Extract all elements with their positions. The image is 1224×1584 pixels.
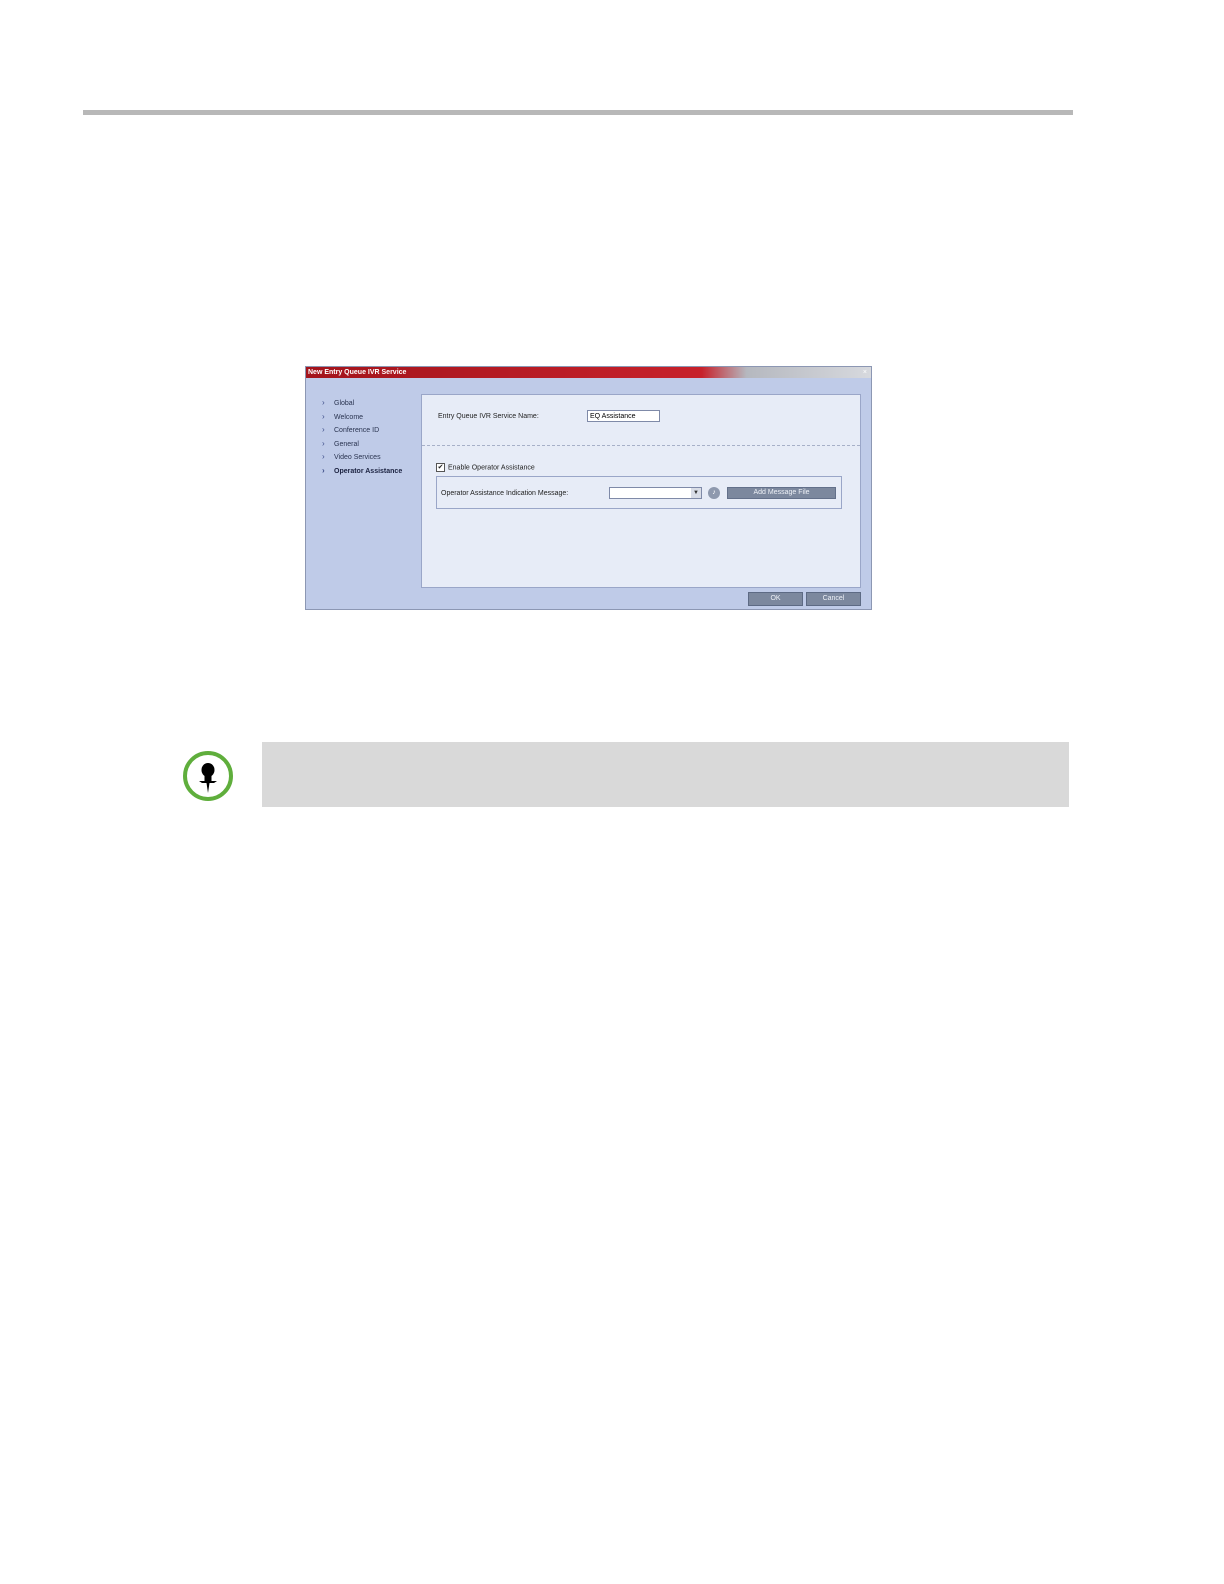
- nav-item-label: Operator Assistance: [334, 467, 403, 475]
- chevron-right-icon: ›: [322, 425, 325, 434]
- nav-item-conference-id[interactable]: › Conference ID: [322, 423, 422, 437]
- nav-item-label: Video Services: [334, 454, 381, 461]
- nav-item-global[interactable]: › Global: [322, 396, 422, 410]
- chevron-down-icon[interactable]: ▼: [691, 488, 701, 498]
- play-message-icon[interactable]: ♪: [708, 487, 720, 499]
- close-icon[interactable]: ×: [863, 367, 867, 378]
- section-divider: [422, 445, 860, 446]
- operator-assistance-panel: Entry Queue IVR Service Name: EQ Assista…: [421, 394, 861, 588]
- add-message-file-button[interactable]: Add Message File: [727, 487, 836, 499]
- chevron-right-icon: ›: [322, 452, 325, 461]
- nav-item-general[interactable]: › General: [322, 437, 422, 451]
- nav-item-label: Conference ID: [334, 427, 380, 434]
- dialog-title: New Entry Queue IVR Service: [308, 369, 407, 376]
- page-header-rule: [83, 110, 1073, 115]
- nav-item-operator-assistance[interactable]: › Operator Assistance: [322, 464, 422, 478]
- indication-message-select[interactable]: ▼: [609, 487, 702, 499]
- ok-button[interactable]: OK: [748, 592, 803, 606]
- nav-item-video-services[interactable]: › Video Services: [322, 450, 422, 464]
- nav-item-label: General: [334, 440, 359, 448]
- chevron-right-icon: ›: [322, 438, 325, 448]
- chevron-right-icon: ›: [322, 398, 325, 407]
- nav-item-welcome[interactable]: › Welcome: [322, 410, 422, 424]
- note-box: [262, 742, 1069, 807]
- dialog-nav: › Global › Welcome › Conference ID › General…: [322, 396, 422, 477]
- enable-operator-assistance-label: Enable Operator Assistance: [448, 464, 535, 472]
- indication-message-label: Operator Assistance Indication Message:: [441, 490, 569, 497]
- nav-item-label: Welcome: [334, 413, 364, 421]
- enable-operator-assistance-checkbox[interactable]: ✔: [436, 463, 445, 472]
- service-name-label: Entry Queue IVR Service Name:: [438, 413, 539, 420]
- service-name-input[interactable]: EQ Assistance: [587, 410, 660, 422]
- dialog-titlebar: New Entry Queue IVR Service ×: [306, 367, 871, 378]
- pushpin-icon: [183, 751, 233, 801]
- cancel-button[interactable]: Cancel: [806, 592, 861, 606]
- chevron-right-icon: ›: [322, 465, 325, 475]
- nav-item-label: Global: [334, 400, 355, 407]
- new-entry-queue-ivr-service-dialog: New Entry Queue IVR Service × › Global › W…: [305, 366, 872, 610]
- enable-operator-assistance-row: ✔ Enable Operator Assistance: [436, 463, 535, 472]
- chevron-right-icon: ›: [322, 411, 325, 421]
- indication-message-group: Operator Assistance Indication Message: …: [436, 476, 842, 509]
